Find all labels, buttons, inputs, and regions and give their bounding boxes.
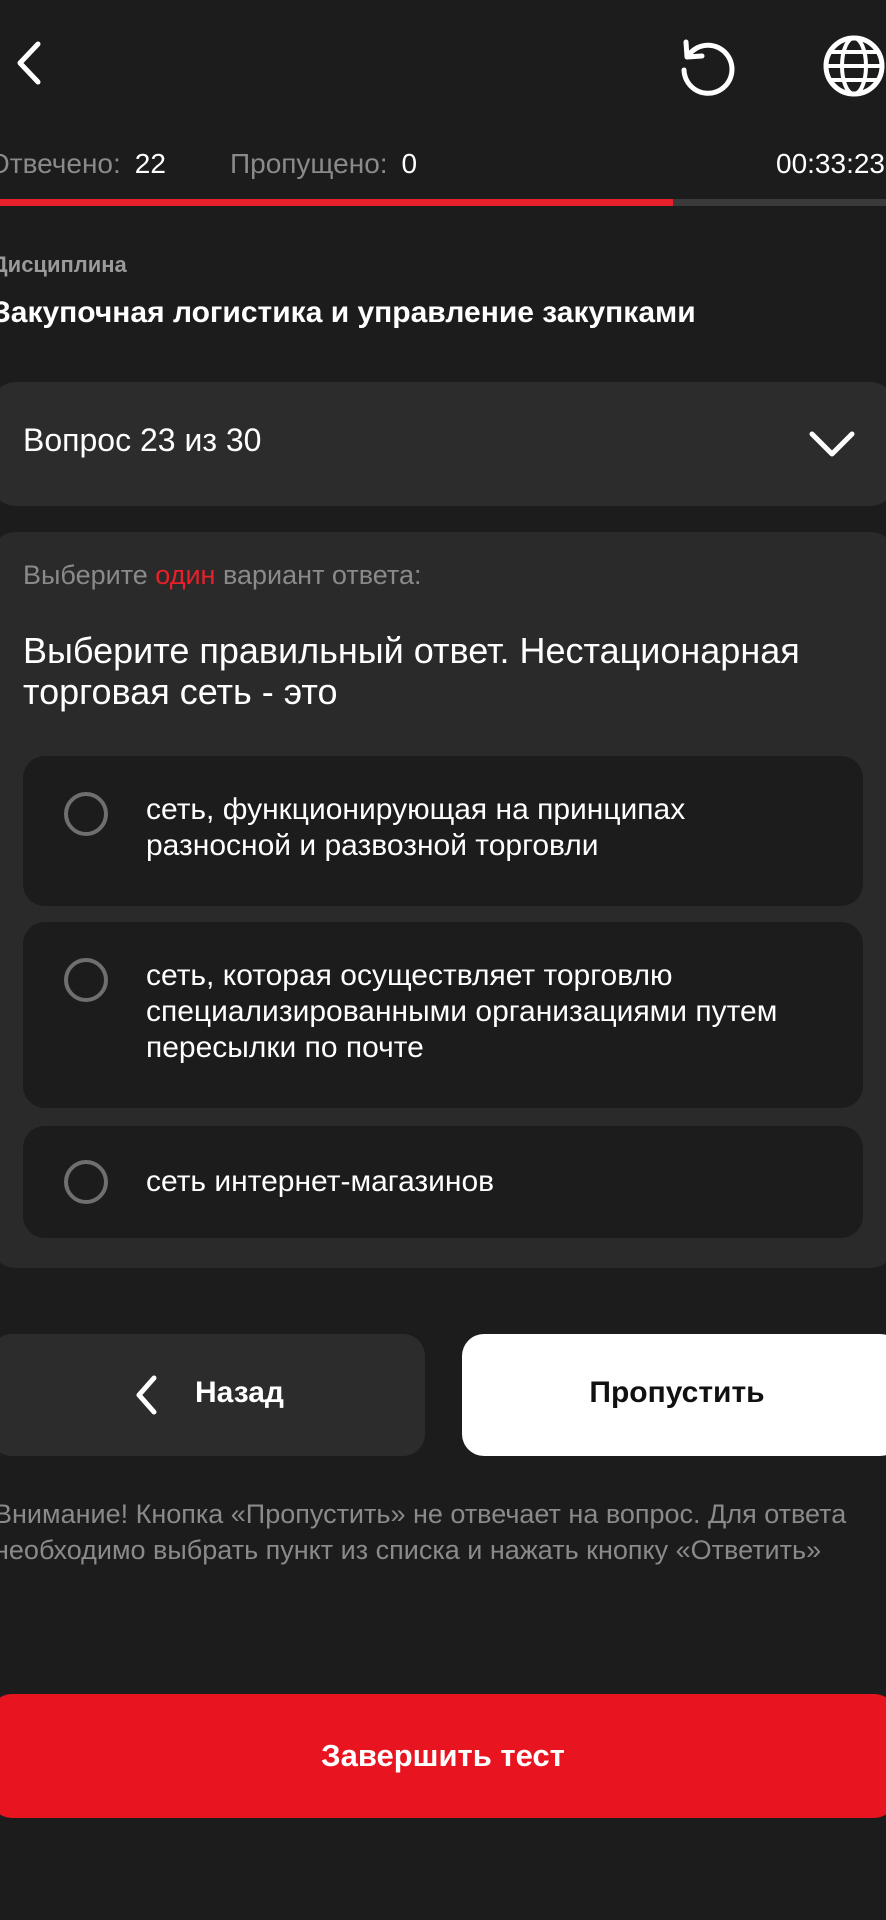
refresh-icon — [681, 39, 735, 96]
hint-text-end: вариант ответа: — [222, 560, 422, 590]
question-text: Выберите правильный ответ. Нестационарна… — [23, 630, 800, 712]
hint-accent: один — [155, 560, 216, 590]
radio-button[interactable] — [64, 792, 108, 836]
hint-text-start: Выберите — [23, 560, 148, 590]
option-text: сеть интернет-магазинов — [146, 1165, 495, 1198]
skip-button[interactable]: Пропустить — [462, 1334, 886, 1456]
back-nav-label: Назад — [195, 1376, 284, 1409]
progress-fill — [0, 199, 674, 206]
progress-bar — [0, 199, 886, 206]
answer-option[interactable]: сеть интернет-магазинов — [23, 1126, 863, 1238]
answer-option[interactable]: сеть, которая осуществляет торговлю спец… — [23, 922, 863, 1108]
chevron-down-icon — [808, 430, 856, 460]
radio-button[interactable] — [64, 1160, 108, 1204]
language-button[interactable] — [818, 32, 886, 100]
finish-test-label: Завершить тест — [321, 1738, 565, 1773]
chevron-left-icon — [136, 1375, 157, 1415]
refresh-button[interactable] — [674, 34, 738, 98]
back-button[interactable] — [8, 36, 56, 90]
option-text: сеть, которая осуществляет торговлю спец… — [146, 959, 778, 1064]
back-nav-button[interactable]: Назад — [0, 1334, 425, 1456]
radio-button[interactable] — [64, 958, 108, 1002]
answer-hint: Выберите один вариант ответа: — [23, 560, 421, 591]
skipped-label: Пропущено: — [230, 148, 388, 179]
answered-value: 22 — [134, 148, 166, 179]
answered-label: Отвечено: — [0, 148, 121, 179]
skipped-counter: Пропущено: 0 — [230, 144, 417, 184]
skip-label: Пропустить — [589, 1376, 765, 1409]
chevron-left-icon — [17, 41, 41, 85]
timer: 00:33:23 — [776, 148, 885, 179]
discipline-label: Дисциплина — [0, 252, 127, 277]
answered-counter: Отвечено: 22 — [0, 144, 166, 184]
finish-test-button[interactable]: Завершить тест — [0, 1694, 886, 1818]
skipped-value: 0 — [401, 148, 418, 179]
question-selector-label: Вопрос 23 из 30 — [23, 422, 262, 458]
answer-option[interactable]: сеть, функционирующая на принципах разно… — [23, 756, 863, 906]
option-text: сеть, функционирующая на принципах разно… — [146, 793, 686, 862]
discipline-name: Закупочная логистика и управление закупк… — [0, 296, 696, 329]
globe-icon — [823, 35, 885, 97]
skip-warning: Внимание! Кнопка «Пропустить» не отвечае… — [0, 1499, 847, 1565]
